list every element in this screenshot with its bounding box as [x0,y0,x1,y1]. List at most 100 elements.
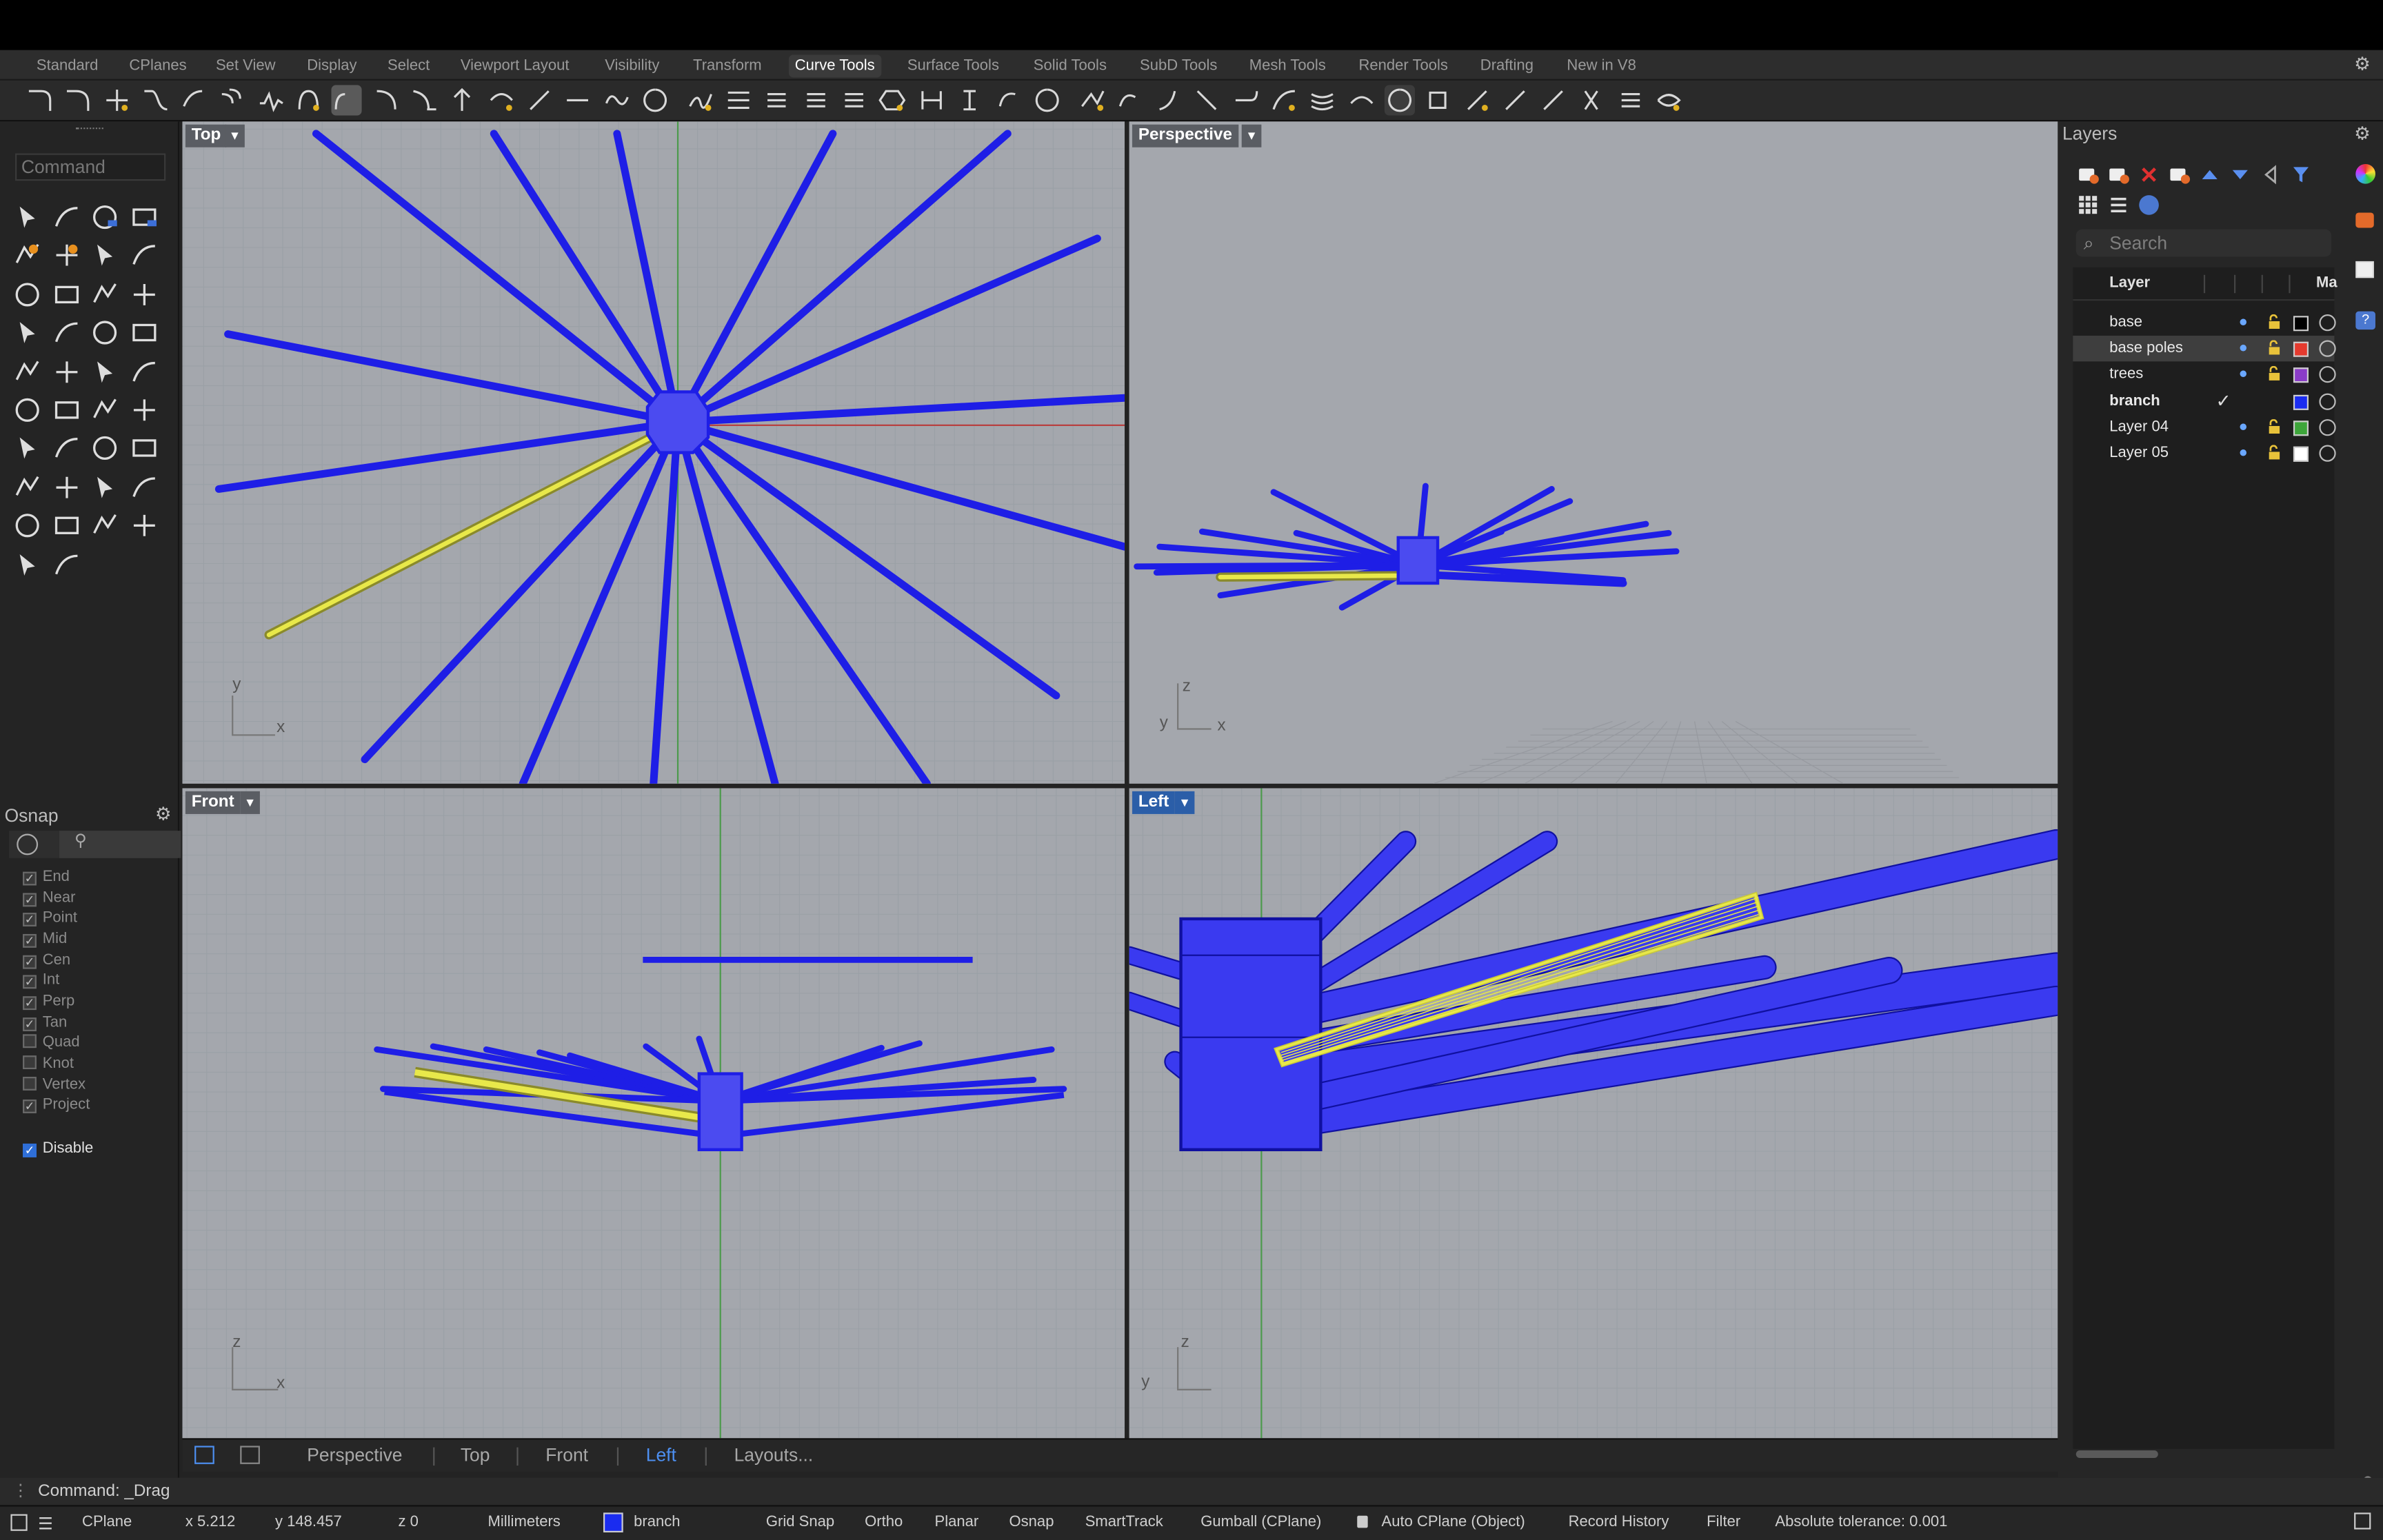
interpolate-icon[interactable] [127,278,160,311]
color-wheel-icon[interactable] [2355,163,2375,184]
offset-icon[interactable] [88,432,121,465]
osnap-vertex-checkbox[interactable]: Vertex [23,1075,86,1094]
fair-icon[interactable] [839,85,869,115]
cone-icon[interactable] [88,509,121,542]
material-icon[interactable] [2319,392,2336,409]
change-degree-icon[interactable] [723,85,754,115]
layer-name[interactable]: base [2109,314,2142,331]
point-edit-icon[interactable] [50,201,83,234]
osnap-knot-checkbox[interactable]: Knot [23,1055,74,1073]
list-icon[interactable]: ☰ [38,1514,53,1534]
grid-view-icon[interactable] [2076,193,2100,217]
layer-color-swatch[interactable] [2293,446,2309,462]
match-curve-icon[interactable] [332,85,363,116]
material-icon[interactable] [2319,314,2336,332]
visibility-bulb-icon[interactable]: ● [2239,367,2248,383]
viewport-top-label[interactable]: Top [185,124,228,148]
fillet-curves-icon[interactable] [24,85,54,115]
cylinder-icon[interactable] [10,471,43,504]
disk-icon[interactable] [50,471,83,504]
tab-standard[interactable]: Standard [37,54,98,77]
move-up-icon[interactable] [2198,163,2222,187]
extend-curve-icon[interactable] [409,85,439,115]
list-view-icon[interactable] [2107,193,2131,217]
visibility-bulb-icon[interactable]: ● [2239,341,2248,357]
osnap-end-checkbox[interactable]: ✓ End [23,869,70,886]
section-icon[interactable] [1346,85,1376,115]
layers-horizontal-scrollbar[interactable] [2075,1450,2158,1459]
osnap-settings-gear-icon[interactable]: ⚙ [155,803,172,824]
move-parent-icon[interactable] [2258,163,2282,187]
vp-tab-layouts[interactable]: Layouts... [734,1444,814,1466]
tab-solid-tools[interactable]: Solid Tools [1034,54,1107,77]
tween-curves-icon[interactable] [916,85,946,115]
curve-end-icon[interactable] [1031,85,1061,115]
curvature-graph-icon[interactable] [601,85,632,115]
duplicate-edge-icon[interactable] [524,85,554,115]
loop-icon[interactable] [1653,85,1684,115]
control-point-icon[interactable] [639,85,670,115]
layer-color-swatch[interactable] [2293,316,2309,332]
visibility-bulb-icon[interactable]: ● [2239,419,2248,436]
move-icon[interactable] [88,201,121,234]
viewport-perspective[interactable]: Perspective ▼ z y x [1129,121,2058,784]
arc-curve-icon[interactable] [50,432,83,465]
tab-curve-tools[interactable]: Curve Tools [788,54,881,78]
simplify-icon[interactable] [801,85,831,115]
arc-blend-icon[interactable] [294,85,324,115]
vp-tab-front[interactable]: Front [545,1444,588,1466]
viewport-left[interactable]: Left ▼ z y [1129,788,2058,1439]
smooth-icon[interactable] [1269,85,1299,115]
tab-set-view[interactable]: Set View [216,54,276,77]
join-icon[interactable] [50,239,83,272]
viewport-top[interactable]: Top ▼ y x [182,121,1125,784]
extend-icon[interactable] [1231,85,1261,115]
layer-row[interactable]: branch ✓ [2073,388,2336,414]
viewport-left-label[interactable]: Left [1132,791,1176,814]
osnap-filter-icon[interactable]: ⚲ [59,831,181,858]
trim-icon[interactable] [1154,85,1184,115]
panel-grip-icon[interactable] [76,128,103,132]
osnap-near-checkbox[interactable]: ✓ Near [23,889,76,907]
vp-tab-top[interactable]: Top [461,1444,490,1466]
osnap-mid-checkbox[interactable]: ✓ Mid [23,931,67,949]
viewport-top-menu-icon[interactable]: ▼ [225,124,245,148]
gumball-toggle[interactable]: Gumball (CPlane) [1200,1514,1321,1531]
move-down-icon[interactable] [2228,163,2252,187]
tab-drafting[interactable]: Drafting [1480,54,1534,77]
units-status[interactable]: Millimeters [488,1514,561,1531]
extend-icon[interactable] [88,355,121,388]
layer-search-input[interactable]: Search [2075,229,2332,257]
layer-color-swatch[interactable] [2293,368,2309,384]
arc-icon[interactable] [88,278,121,311]
filter-icon[interactable] [2289,163,2313,187]
tabs-settings-gear-icon[interactable]: ⚙ [2354,53,2371,74]
chamfer-curves-icon[interactable] [63,85,93,115]
material-icon[interactable] [2319,340,2336,358]
unlock-icon[interactable] [2267,366,2281,382]
layer-props-icon[interactable] [2167,163,2191,187]
osnap-toggle[interactable]: Osnap [1009,1514,1054,1531]
box-3d-icon[interactable] [10,509,43,542]
curve-edit-icon[interactable] [1115,85,1145,115]
explode-icon[interactable] [10,239,43,272]
osnap-target-icon[interactable] [17,833,39,855]
new-sublayer-icon[interactable] [2107,163,2131,187]
viewport-front[interactable]: Front ▼ z x [182,788,1125,1439]
grid-snap-toggle[interactable]: Grid Snap [766,1514,834,1531]
fillet-icon[interactable] [10,316,43,349]
cplane-status[interactable]: CPlane [82,1514,132,1531]
pen-icon[interactable] [1538,85,1569,115]
tab-cplanes[interactable]: CPlanes [129,54,186,77]
material-icon[interactable] [2319,418,2336,436]
unlock-icon[interactable] [2267,314,2281,330]
command-input[interactable]: Command [15,153,166,181]
filter-toggle[interactable]: Filter [1707,1514,1740,1531]
osnap-perp-checkbox[interactable]: ✓ Perp [23,993,74,1011]
tab-render-tools[interactable]: Render Tools [1358,54,1447,77]
vp-tab-left[interactable]: Left [646,1444,676,1466]
new-layer-icon[interactable] [2076,163,2100,187]
layout-tab-icon[interactable] [240,1446,260,1464]
model-tab-icon[interactable] [194,1446,214,1464]
contour-icon[interactable] [1307,85,1338,115]
